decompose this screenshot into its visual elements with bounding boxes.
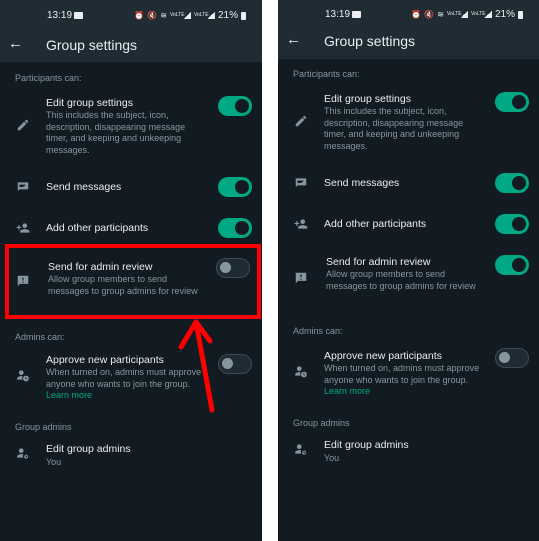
setting-edit-group-admins[interactable]: Edit group admins You [278, 439, 539, 467]
setting-label: Add other participants [324, 218, 427, 230]
section-group-admins: Group admins [15, 422, 72, 432]
volte-icon: VoLTE [169, 12, 185, 18]
arrow-left-icon[interactable]: ← [8, 36, 24, 52]
add-person-icon [294, 219, 308, 229]
app-bar: 13:19 ⏰ 🔇 ≋ VoLTE VoLTE 21% ← Group sett… [0, 0, 262, 62]
mute-icon: 🔇 [147, 11, 158, 20]
setting-label: Edit group settings [46, 97, 133, 109]
setting-label: Send messages [324, 177, 400, 189]
wifi-icon: ≋ [160, 11, 167, 20]
status-time: 13:19 [47, 10, 73, 21]
signal-icon [206, 12, 215, 19]
person-gear-icon [17, 448, 29, 459]
setting-edit-group-settings[interactable]: Edit group settings This includes the su… [0, 96, 262, 156]
setting-label: Add other participants [46, 222, 149, 234]
person-clock-icon [295, 366, 307, 378]
setting-description: This includes the subject, icon, descrip… [324, 106, 464, 151]
setting-label: Edit group settings [324, 93, 411, 105]
battery-percent: 21% [494, 9, 515, 20]
learn-more-link[interactable]: Learn more [46, 390, 92, 400]
setting-approve-new-participants[interactable]: Approve new participants When turned on,… [278, 348, 539, 400]
add-participants-toggle[interactable] [218, 218, 252, 238]
setting-description: You [46, 457, 62, 467]
volte-icon: VoLTE [470, 11, 486, 17]
alarm-icon: ⏰ [134, 11, 145, 20]
signal-icon [483, 11, 492, 18]
setting-description: Allow group members to send messages to … [326, 269, 476, 291]
section-group-admins: Group admins [293, 418, 350, 428]
setting-label: Approve new participants [324, 350, 442, 362]
signal-icon [182, 12, 191, 19]
gallery-notification-icon [352, 11, 361, 18]
alarm-icon: ⏰ [411, 10, 422, 19]
setting-add-participants[interactable]: Add other participants [0, 217, 262, 239]
add-person-icon [16, 223, 30, 233]
status-bar: 13:19 ⏰ 🔇 ≋ VoLTE VoLTE 21% [278, 9, 539, 23]
setting-send-for-admin-review[interactable]: Send for admin review Allow group member… [278, 255, 539, 305]
mute-icon: 🔇 [424, 10, 435, 19]
setting-label: Edit group admins [46, 443, 131, 455]
annotation-arrow-icon [178, 319, 215, 413]
section-admins: Admins can: [15, 332, 65, 342]
highlight-box [5, 244, 261, 319]
setting-label: Approve new participants [46, 354, 164, 366]
page-title: Group settings [46, 37, 138, 53]
gallery-notification-icon [74, 12, 83, 19]
setting-send-messages[interactable]: Send messages [278, 172, 539, 194]
setting-description: This includes the subject, icon, descrip… [46, 110, 186, 155]
battery-icon [518, 10, 523, 19]
setting-description: When turned on, admins must approve anyo… [324, 363, 480, 396]
message-icon [17, 182, 29, 192]
battery-percent: 21% [217, 10, 238, 21]
setting-add-participants[interactable]: Add other participants [278, 213, 539, 235]
setting-label: Edit group admins [324, 439, 409, 451]
setting-description: You [324, 453, 340, 463]
person-gear-icon [295, 444, 307, 455]
learn-more-link[interactable]: Learn more [324, 386, 370, 396]
approve-participants-toggle[interactable] [495, 348, 529, 368]
send-messages-toggle[interactable] [218, 177, 252, 197]
pencil-icon [295, 115, 307, 127]
setting-label: Send messages [46, 181, 122, 193]
page-title: Group settings [324, 33, 416, 49]
setting-label: Send for admin review [326, 256, 431, 268]
status-bar: 13:19 ⏰ 🔇 ≋ VoLTE VoLTE 21% [0, 10, 262, 24]
setting-edit-group-admins[interactable]: Edit group admins You [0, 443, 262, 471]
edit-group-settings-toggle[interactable] [218, 96, 252, 116]
pencil-icon [17, 119, 29, 131]
section-participants: Participants can: [293, 69, 360, 79]
send-messages-toggle[interactable] [495, 173, 529, 193]
signal-icon [459, 11, 468, 18]
person-clock-icon [17, 370, 29, 382]
volte-icon: VoLTE [446, 11, 462, 17]
setting-edit-group-settings[interactable]: Edit group settings This includes the su… [278, 92, 539, 152]
add-participants-toggle[interactable] [495, 214, 529, 234]
setting-send-messages[interactable]: Send messages [0, 176, 262, 198]
edit-group-settings-toggle[interactable] [495, 92, 529, 112]
wifi-icon: ≋ [437, 10, 444, 19]
report-message-icon [295, 272, 307, 284]
admin-review-toggle[interactable] [495, 255, 529, 275]
battery-icon [241, 11, 246, 20]
volte-icon: VoLTE [193, 12, 209, 18]
status-time: 13:19 [325, 9, 351, 20]
screen-after: 13:19 ⏰ 🔇 ≋ VoLTE VoLTE 21% ← Group sett… [278, 0, 539, 541]
section-participants: Participants can: [15, 73, 82, 83]
app-bar: 13:19 ⏰ 🔇 ≋ VoLTE VoLTE 21% ← Group sett… [278, 0, 539, 59]
message-icon [295, 178, 307, 188]
arrow-left-icon[interactable]: ← [286, 32, 302, 48]
section-admins: Admins can: [293, 326, 343, 336]
